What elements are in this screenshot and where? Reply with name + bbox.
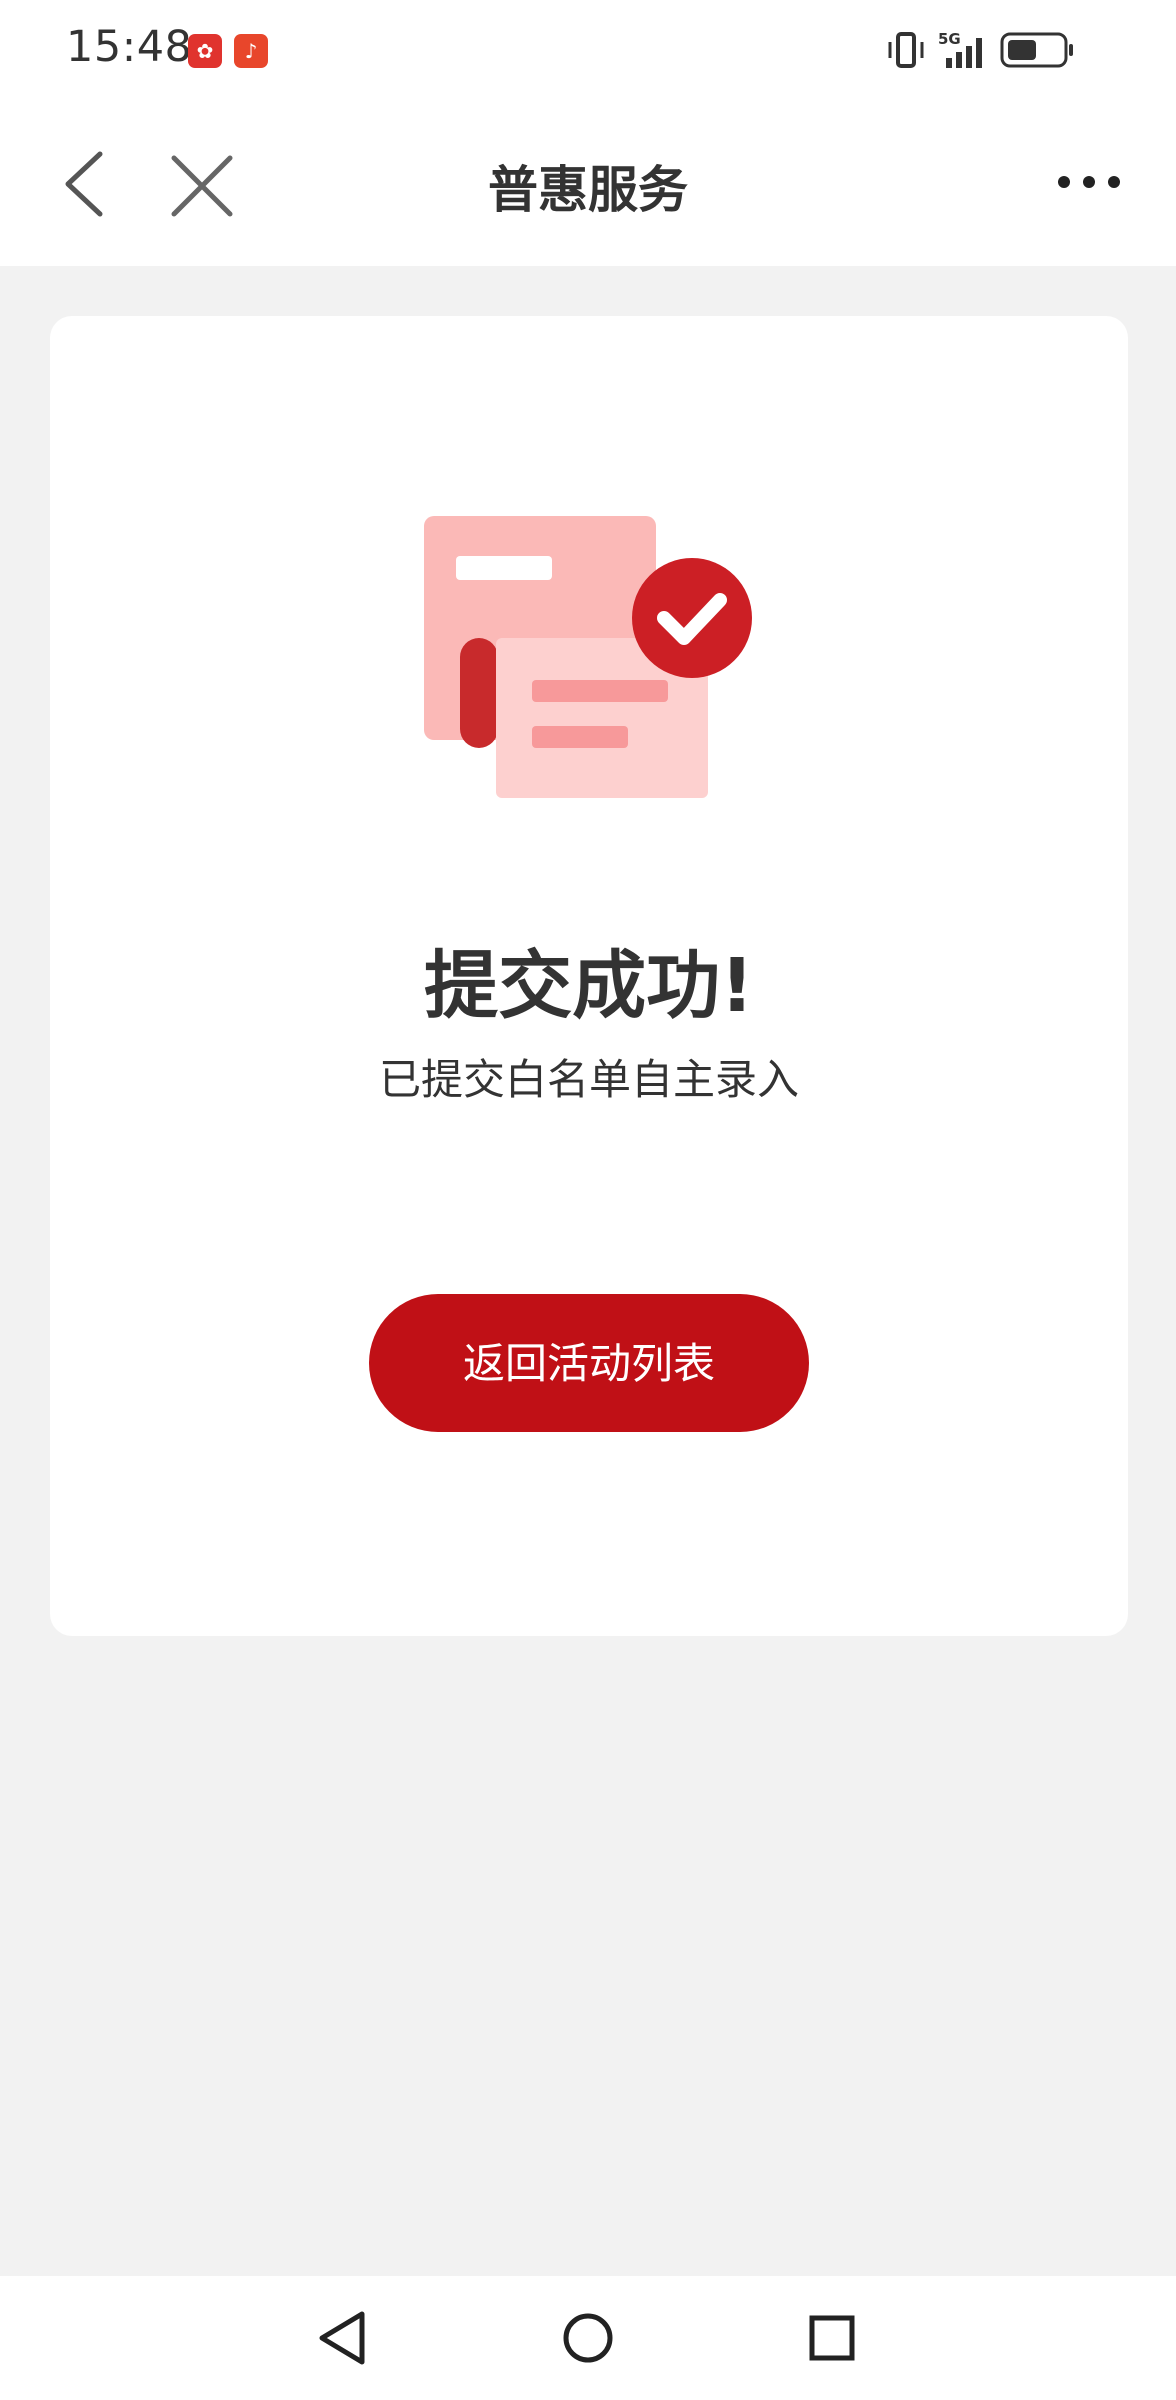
huawei-app-icon: ✿ (188, 34, 222, 68)
system-navigation-bar (0, 2276, 1176, 2400)
nav-recents-icon[interactable] (800, 2306, 864, 2370)
status-time: 15:48 (66, 22, 193, 72)
return-to-activity-list-button[interactable]: 返回活动列表 (369, 1294, 809, 1432)
nav-back-icon[interactable] (310, 2306, 374, 2370)
more-icon[interactable] (1054, 162, 1124, 202)
vibrate-icon (888, 32, 924, 68)
nav-home-icon[interactable] (556, 2306, 620, 2370)
status-bar: 15:48 ✿ ♪ 5G (0, 0, 1176, 100)
success-description: 已提交白名单自主录入 (378, 1055, 799, 1104)
battery-icon (1000, 32, 1073, 68)
system-status-icons: 5G (888, 30, 1073, 68)
result-card: 提交成功! 已提交白名单自主录入 返回活动列表 (50, 316, 1128, 1636)
success-title: 提交成功! (424, 943, 754, 1029)
navigation-bar: 普惠服务 (0, 100, 1176, 266)
page-title: 普惠服务 (488, 161, 688, 219)
network-type: 5G (938, 30, 961, 48)
listen-app-icon: ♪ (234, 34, 268, 68)
check-circle-icon (632, 558, 752, 678)
submission-success-illustration (424, 516, 752, 798)
